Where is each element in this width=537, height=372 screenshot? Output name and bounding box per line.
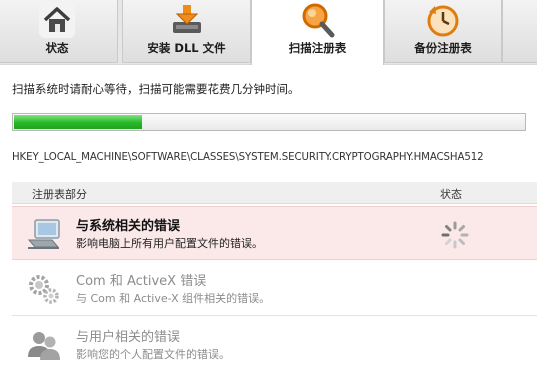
tab-install-dll-label: 安装 DLL 文件 xyxy=(147,41,226,55)
tab-more[interactable] xyxy=(502,0,537,63)
column-status: 状态 xyxy=(440,188,462,201)
tab-scan-registry[interactable]: 扫描注册表 xyxy=(251,0,384,65)
table-row-user-errors[interactable]: 与用户相关的错误 影响您的个人配置文件的错误。 xyxy=(12,318,537,372)
home-icon xyxy=(39,2,75,38)
tab-backup-registry[interactable]: 备份注册表 xyxy=(384,0,502,63)
row-title: Com 和 ActiveX 错误 xyxy=(76,274,207,289)
users-icon xyxy=(28,332,60,360)
tab-status-label: 状态 xyxy=(45,41,69,55)
magnifier-icon xyxy=(302,3,334,38)
tab-status[interactable]: 状态 xyxy=(0,0,118,63)
scan-intro-text: 扫描系统时请耐心等待，扫描可能需要花费几分钟时间。 xyxy=(12,82,300,96)
row-description: 影响电脑上所有用户配置文件的错误。 xyxy=(76,237,263,250)
row-title: 与用户相关的错误 xyxy=(76,330,181,345)
column-registry-section: 注册表部分 xyxy=(32,188,87,201)
tab-bar: 状态 安装 DLL 文件 扫描注册表 备份注册表 xyxy=(0,0,537,65)
gears-icon xyxy=(29,275,59,304)
row-title: 与系统相关的错误 xyxy=(76,219,181,234)
scan-progress-fill xyxy=(14,115,142,129)
loading-spinner-icon xyxy=(441,221,469,249)
scan-progress-bar xyxy=(12,113,526,131)
row-description: 影响您的个人配置文件的错误。 xyxy=(76,348,230,361)
download-drive-icon xyxy=(172,5,201,33)
table-row-com-activex-errors[interactable]: Com 和 ActiveX 错误 与 Com 和 Active-X 组件相关的错… xyxy=(12,262,537,316)
tab-scan-registry-label: 扫描注册表 xyxy=(288,41,347,55)
current-registry-path: HKEY_LOCAL_MACHINE\SOFTWARE\CLASSES\SYST… xyxy=(12,152,484,163)
computer-icon xyxy=(27,219,60,249)
tab-install-dll[interactable]: 安装 DLL 文件 xyxy=(122,0,251,63)
table-header: 注册表部分 状态 xyxy=(12,182,537,204)
row-description: 与 Com 和 Active-X 组件相关的错误。 xyxy=(76,292,271,305)
table-row-system-errors[interactable]: 与系统相关的错误 影响电脑上所有用户配置文件的错误。 xyxy=(12,206,537,260)
tab-backup-registry-label: 备份注册表 xyxy=(414,41,472,55)
backup-clock-icon xyxy=(427,5,459,37)
